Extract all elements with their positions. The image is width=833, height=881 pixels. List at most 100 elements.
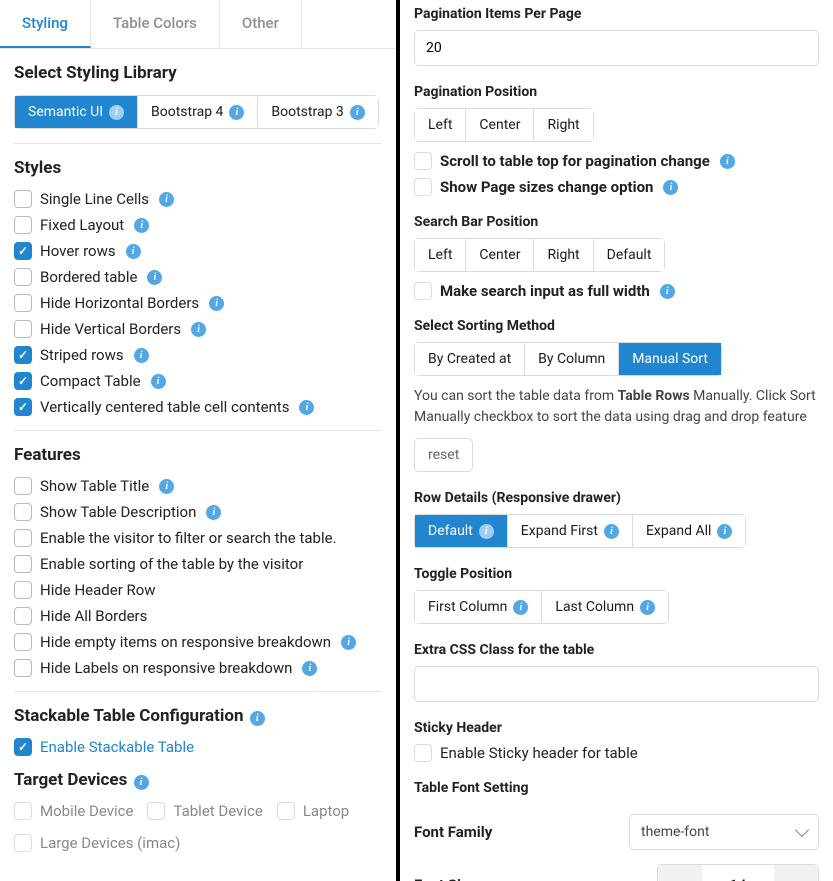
style-2-checkbox[interactable] [14, 242, 32, 260]
tab-table-colors[interactable]: Table Colors [91, 0, 220, 48]
pagination-pos-center[interactable]: Center [466, 109, 534, 141]
feature-5-checkbox[interactable] [14, 607, 32, 625]
search-pos-center[interactable]: Center [466, 239, 534, 271]
feature-2-checkbox[interactable] [14, 529, 32, 547]
pagination-position-label: Pagination Position [414, 84, 819, 100]
pagination-pos-right[interactable]: Right [534, 109, 592, 141]
style-3-checkbox[interactable] [14, 268, 32, 286]
styling-lib-bootstrap-4[interactable]: Bootstrap 4i [138, 96, 258, 128]
reset-button[interactable]: reset [414, 438, 473, 472]
info-icon: i [134, 348, 149, 363]
search-full-width-checkbox[interactable] [414, 282, 432, 300]
info-icon: i [341, 635, 356, 650]
device-2-checkbox[interactable] [277, 802, 295, 820]
feature-6-checkbox[interactable] [14, 633, 32, 651]
extra-css-label: Extra CSS Class for the table [414, 642, 819, 658]
enable-stackable-label: Enable Stackable Table [40, 738, 194, 756]
device-2-label: Laptop [303, 802, 349, 820]
font-size-decrease[interactable]: − [658, 865, 702, 881]
page-sizes-label: Show Page sizes change option [440, 178, 653, 196]
enable-stackable-checkbox[interactable] [14, 738, 32, 756]
font-family-label: Font Family [414, 823, 492, 841]
sort-manual[interactable]: Manual Sort [619, 343, 721, 375]
rowd-expand-all[interactable]: Expand Alli [633, 515, 745, 547]
pagination-items-input[interactable] [414, 30, 819, 66]
tab-styling[interactable]: Styling [0, 0, 91, 48]
tab-other[interactable]: Other [220, 0, 302, 48]
device-0-label: Mobile Device [40, 802, 133, 820]
search-bar-position-group: Left Center Right Default [414, 238, 665, 272]
style-8-checkbox[interactable] [14, 398, 32, 416]
info-icon: i [109, 105, 124, 120]
feature-4-checkbox[interactable] [14, 581, 32, 599]
style-1-checkbox[interactable] [14, 216, 32, 234]
rowd-expand-first[interactable]: Expand Firsti [508, 515, 633, 547]
toggle-first-column[interactable]: First Columni [415, 591, 542, 623]
info-icon: i [206, 505, 221, 520]
scroll-to-top-checkbox[interactable] [414, 152, 432, 170]
sort-description: You can sort the table data from Table R… [414, 386, 819, 428]
feature-7-label: Hide Labels on responsive breakdown [40, 659, 292, 677]
feature-1-checkbox[interactable] [14, 503, 32, 521]
style-0-label: Single Line Cells [40, 190, 149, 208]
info-icon: i [151, 374, 166, 389]
info-icon: i [250, 711, 265, 726]
toggle-position-group: First Columni Last Columni [414, 590, 669, 624]
styling-library-title: Select Styling Library [14, 63, 382, 83]
device-3-label: Large Devices (imac) [40, 834, 180, 852]
search-bar-position-label: Search Bar Position [414, 214, 819, 230]
feature-1-label: Show Table Description [40, 503, 196, 521]
search-pos-left[interactable]: Left [415, 239, 466, 271]
pagination-pos-left[interactable]: Left [415, 109, 466, 141]
feature-6-label: Hide empty items on responsive breakdown [40, 633, 331, 651]
chevron-down-icon [795, 823, 809, 837]
styling-library-group: Semantic UIi Bootstrap 4i Bootstrap 3i [14, 95, 379, 129]
style-5-label: Hide Vertical Borders [40, 320, 181, 338]
search-pos-right[interactable]: Right [534, 239, 593, 271]
styles-title: Styles [14, 158, 382, 178]
style-4-checkbox[interactable] [14, 294, 32, 312]
scroll-to-top-label: Scroll to table top for pagination chang… [440, 152, 710, 170]
info-icon: i [299, 400, 314, 415]
feature-3-checkbox[interactable] [14, 555, 32, 573]
sort-by-created[interactable]: By Created at [415, 343, 525, 375]
stackable-title: Stackable Table Configuration i [14, 706, 382, 726]
style-6-checkbox[interactable] [14, 346, 32, 364]
feature-7-checkbox[interactable] [14, 659, 32, 677]
font-size-increase[interactable]: + [774, 865, 818, 881]
feature-2-label: Enable the visitor to filter or search t… [40, 529, 337, 547]
style-7-checkbox[interactable] [14, 372, 32, 390]
extra-css-input[interactable] [414, 666, 819, 702]
styling-lib-semantic-ui[interactable]: Semantic UIi [15, 96, 138, 128]
feature-0-checkbox[interactable] [14, 477, 32, 495]
style-2-label: Hover rows [40, 242, 116, 260]
style-4-label: Hide Horizontal Borders [40, 294, 199, 312]
target-devices-title: Target Devices i [14, 770, 382, 790]
info-icon: i [663, 180, 678, 195]
font-size-value: 14 [702, 876, 774, 881]
sticky-header-option-label: Enable Sticky header for table [440, 744, 638, 762]
table-font-title: Table Font Setting [414, 780, 819, 796]
style-7-label: Compact Table [40, 372, 141, 390]
sticky-header-checkbox[interactable] [414, 744, 432, 762]
features-title: Features [14, 445, 382, 465]
font-family-select[interactable]: theme-font [629, 814, 819, 850]
search-pos-default[interactable]: Default [594, 239, 665, 271]
device-1-checkbox[interactable] [147, 802, 165, 820]
feature-5-label: Hide All Borders [40, 607, 147, 625]
info-icon: i [159, 479, 174, 494]
device-0-checkbox[interactable] [14, 802, 32, 820]
style-5-checkbox[interactable] [14, 320, 32, 338]
device-3-checkbox[interactable] [14, 834, 32, 852]
sorting-method-group: By Created at By Column Manual Sort [414, 342, 722, 376]
styling-lib-bootstrap-3[interactable]: Bootstrap 3i [258, 96, 377, 128]
settings-tabs: Styling Table Colors Other [0, 0, 396, 49]
rowd-default[interactable]: Defaulti [415, 515, 508, 547]
info-icon: i [717, 524, 732, 539]
row-details-group: Defaulti Expand Firsti Expand Alli [414, 514, 746, 548]
style-0-checkbox[interactable] [14, 190, 32, 208]
page-sizes-checkbox[interactable] [414, 178, 432, 196]
sort-by-column[interactable]: By Column [525, 343, 619, 375]
info-icon: i [126, 244, 141, 259]
toggle-last-column[interactable]: Last Columni [542, 591, 668, 623]
